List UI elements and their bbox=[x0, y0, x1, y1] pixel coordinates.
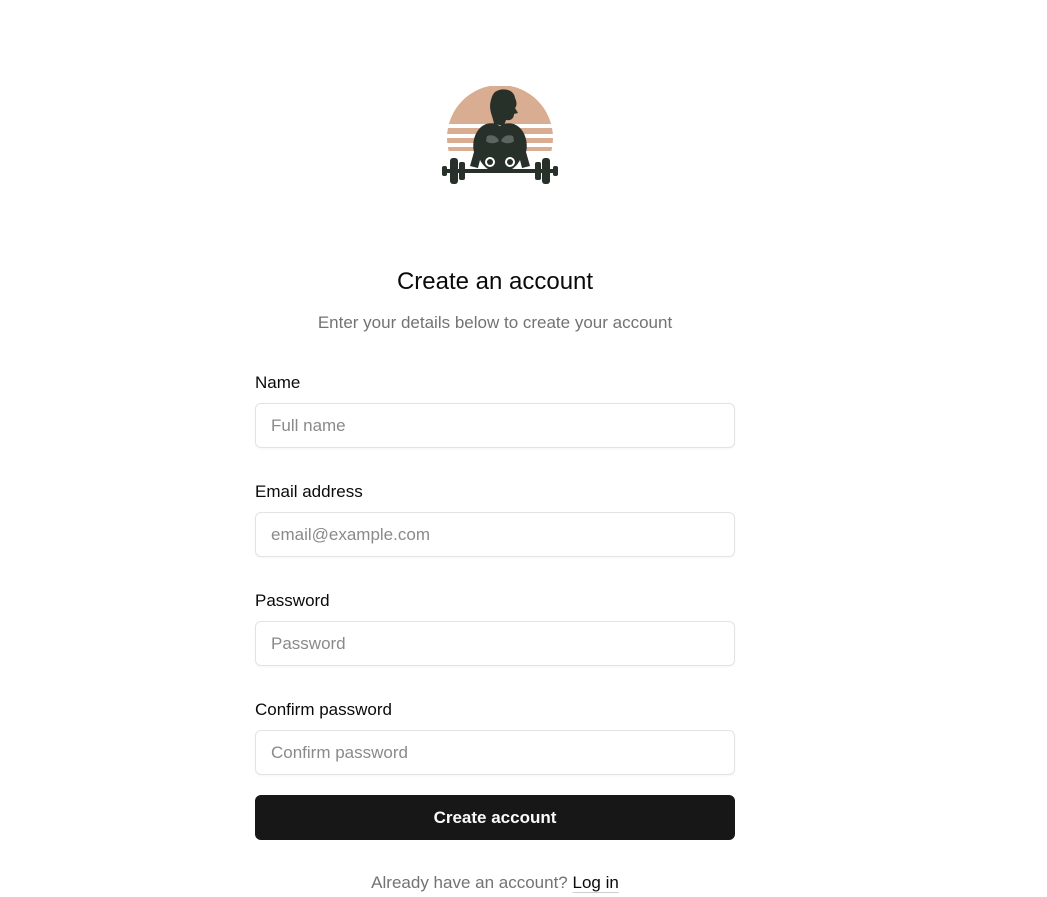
email-label: Email address bbox=[255, 482, 363, 501]
login-prompt: Already have an account? Log in bbox=[0, 872, 990, 894]
confirm-password-input[interactable] bbox=[255, 730, 735, 775]
password-field-group: Password bbox=[255, 590, 735, 666]
name-field-group: Name bbox=[255, 372, 735, 448]
password-label: Password bbox=[255, 591, 330, 610]
create-account-button[interactable]: Create account bbox=[255, 795, 735, 840]
name-input[interactable] bbox=[255, 403, 735, 448]
confirm-password-label: Confirm password bbox=[255, 700, 392, 719]
bodybuilder-logo-icon bbox=[440, 86, 560, 192]
page-subtitle: Enter your details below to create your … bbox=[317, 313, 673, 332]
email-input[interactable] bbox=[255, 512, 735, 557]
confirm-password-field-group: Confirm password bbox=[255, 699, 735, 775]
password-input[interactable] bbox=[255, 621, 735, 666]
login-prompt-text: Already have an account? bbox=[371, 873, 568, 892]
signup-form: Name Email address Password Confirm pass… bbox=[255, 372, 735, 811]
page-title: Create an account bbox=[396, 268, 594, 295]
email-field-group: Email address bbox=[255, 481, 735, 557]
name-label: Name bbox=[255, 373, 301, 392]
login-link[interactable]: Log in bbox=[573, 873, 619, 892]
